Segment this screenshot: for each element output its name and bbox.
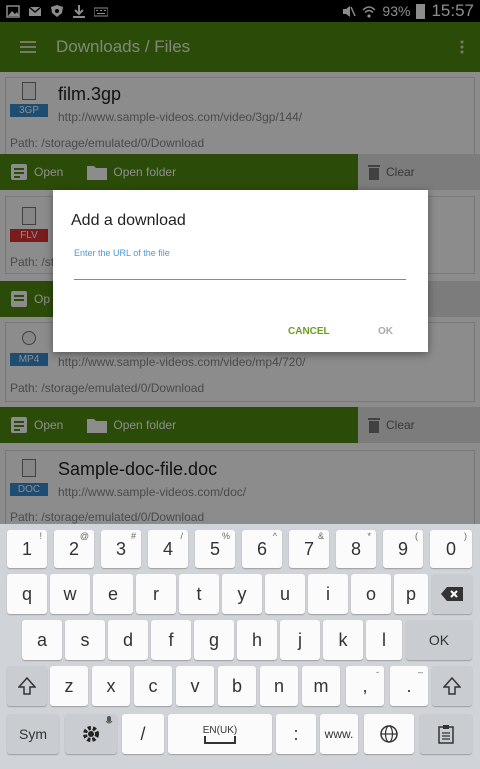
key-4[interactable]: /4	[148, 530, 188, 568]
www-key[interactable]: www.	[320, 714, 358, 754]
clipboard-key[interactable]	[420, 714, 472, 754]
key-i[interactable]: i	[308, 574, 348, 614]
sym-key[interactable]: Sym	[7, 714, 59, 754]
key-s[interactable]: s	[65, 620, 105, 660]
key-a[interactable]: a	[22, 620, 62, 660]
key-6[interactable]: ^ 6	[242, 530, 282, 568]
space-icon	[204, 735, 236, 744]
add-download-dialog: Add a download Enter the URL of the file…	[53, 190, 428, 352]
key-7[interactable]: & 7	[289, 530, 329, 568]
key-l[interactable]: l	[366, 620, 402, 660]
settings-key[interactable]	[65, 714, 117, 754]
key-j[interactable]: j	[280, 620, 320, 660]
language-label: EN(UK)	[202, 724, 238, 736]
cancel-button[interactable]: CANCEL	[288, 326, 330, 337]
key-v[interactable]: v	[176, 666, 214, 706]
shift-icon	[18, 677, 36, 695]
ok-button[interactable]: OK	[378, 326, 393, 337]
shift-icon	[443, 677, 461, 695]
key-period[interactable]: –.	[390, 666, 428, 706]
key-h[interactable]: h	[237, 620, 277, 660]
dialog-title: Add a download	[71, 212, 186, 229]
key-t[interactable]: t	[179, 574, 219, 614]
key-colon[interactable]: :	[276, 714, 316, 754]
shift-key[interactable]	[7, 666, 47, 706]
key-q[interactable]: q	[7, 574, 47, 614]
key-w[interactable]: w	[50, 574, 90, 614]
key-slash[interactable]: /	[122, 714, 164, 754]
key-u[interactable]: u	[265, 574, 305, 614]
key-p[interactable]: p	[394, 574, 428, 614]
space-key[interactable]: EN(UK)	[168, 714, 272, 754]
gear-icon	[83, 726, 99, 742]
url-input-label: Enter the URL of the file	[74, 248, 170, 258]
key-c[interactable]: c	[134, 666, 172, 706]
key-y[interactable]: y	[222, 574, 262, 614]
mic-icon	[105, 716, 113, 724]
key-e[interactable]: e	[93, 574, 133, 614]
key-k[interactable]: k	[323, 620, 363, 660]
key-f[interactable]: f	[151, 620, 191, 660]
key-9[interactable]: (9	[383, 530, 423, 568]
key-5[interactable]: % 5	[195, 530, 235, 568]
shift-key-right[interactable]	[432, 666, 472, 706]
url-input[interactable]	[74, 260, 406, 280]
key-r[interactable]: r	[136, 574, 176, 614]
key-x[interactable]: x	[92, 666, 130, 706]
globe-icon	[380, 725, 398, 743]
key-g[interactable]: g	[194, 620, 234, 660]
key-0[interactable]: ) 0	[430, 530, 472, 568]
key-d[interactable]: d	[108, 620, 148, 660]
globe-key[interactable]	[364, 714, 414, 754]
key-m[interactable]: m	[302, 666, 340, 706]
backspace-key[interactable]	[432, 574, 472, 614]
key-3[interactable]: #3	[101, 530, 141, 568]
key-n[interactable]: n	[260, 666, 298, 706]
key-1[interactable]: ! 1	[7, 530, 47, 568]
key-o[interactable]: o	[351, 574, 391, 614]
key-comma[interactable]: -,	[346, 666, 384, 706]
ok-key[interactable]: OK	[406, 620, 472, 660]
key-2[interactable]: @2	[54, 530, 94, 568]
key-b[interactable]: b	[218, 666, 256, 706]
soft-keyboard: ! 1 @2 #3 /4 % 5 ^ 6 & 7 * 8 (9 ) 0 q w e r t …	[0, 524, 480, 769]
backspace-icon	[441, 587, 463, 601]
key-8[interactable]: * 8	[336, 530, 376, 568]
key-z[interactable]: z	[50, 666, 88, 706]
clipboard-icon	[438, 725, 454, 744]
